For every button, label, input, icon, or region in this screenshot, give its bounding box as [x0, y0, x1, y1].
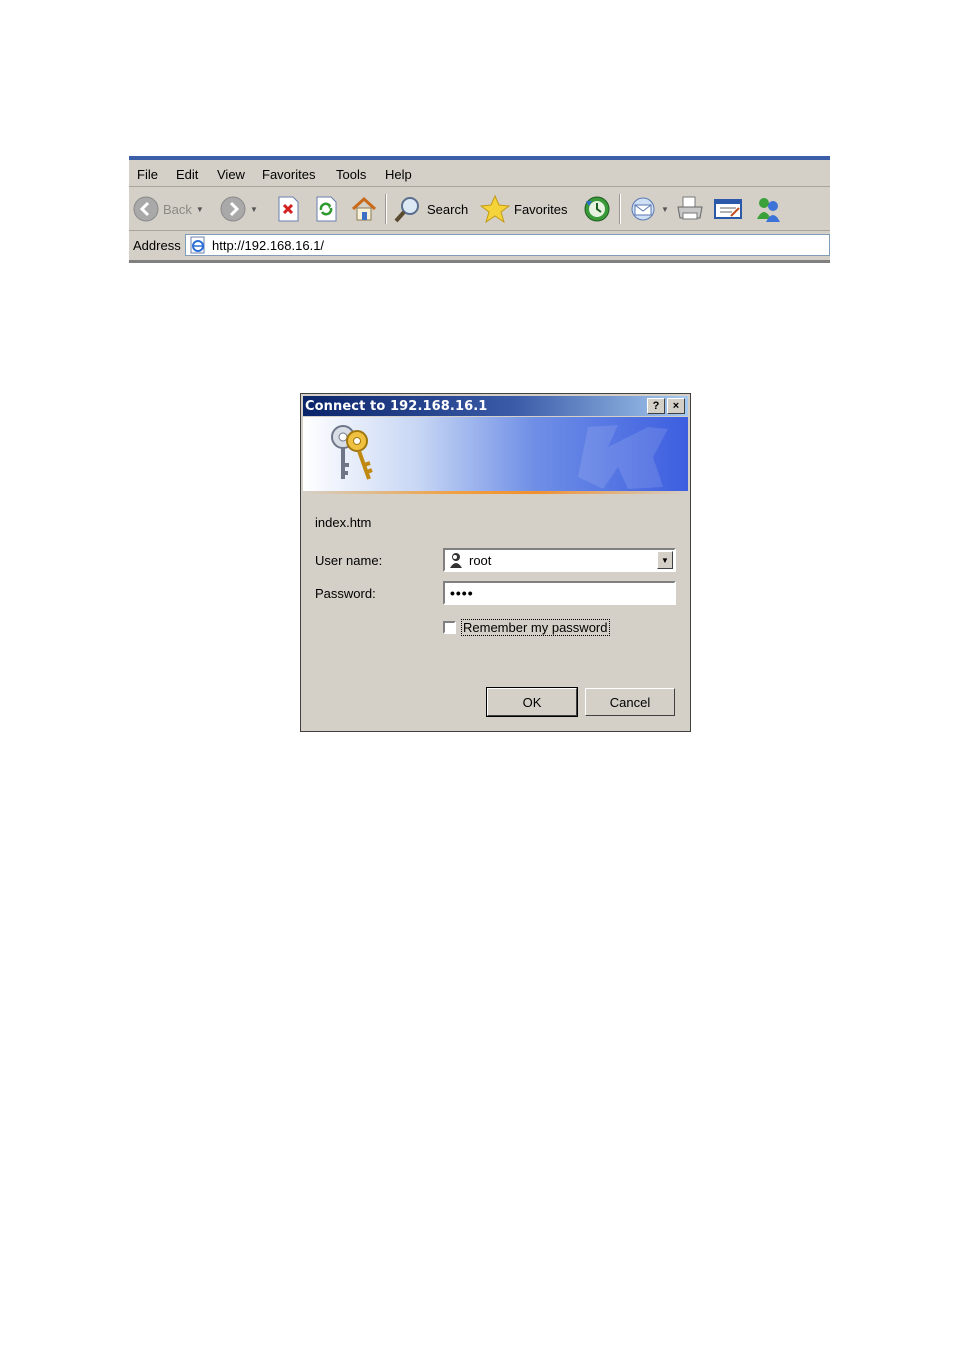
- menu-bar: File Edit View Favorites Tools Help: [129, 162, 830, 187]
- forward-dropdown-icon[interactable]: ▼: [250, 205, 258, 214]
- browser-window: File Edit View Favorites Tools Help Back…: [129, 156, 830, 263]
- search-icon: [394, 197, 419, 223]
- address-input[interactable]: http://192.168.16.1/: [185, 234, 830, 256]
- back-button[interactable]: Back ▼: [133, 196, 204, 222]
- mail-dropdown-icon[interactable]: ▼: [661, 205, 669, 214]
- close-button[interactable]: ×: [667, 398, 685, 414]
- edit-button[interactable]: [713, 196, 743, 222]
- keys-icon: [331, 425, 373, 480]
- menu-edit[interactable]: Edit: [176, 167, 198, 182]
- stop-button[interactable]: [276, 196, 300, 222]
- edit-page-icon: [714, 199, 742, 219]
- refresh-icon: [316, 196, 337, 222]
- favorites-button[interactable]: Favorites: [480, 195, 568, 223]
- forward-button[interactable]: ▼: [220, 196, 258, 222]
- password-mask: ••••: [450, 585, 474, 601]
- address-url: http://192.168.16.1/: [212, 238, 325, 253]
- menu-tools[interactable]: Tools: [336, 167, 366, 182]
- messenger-button[interactable]: [754, 196, 782, 222]
- banner-divider: [303, 491, 688, 494]
- banner-watermark: [578, 425, 668, 489]
- username-combo[interactable]: root ▼: [443, 548, 676, 572]
- search-label: Search: [427, 201, 469, 217]
- close-icon: ×: [672, 399, 680, 412]
- mail-button[interactable]: ▼: [629, 196, 669, 222]
- menu-view[interactable]: View: [217, 167, 245, 182]
- dialog-banner: [303, 417, 688, 491]
- username-value: root: [469, 553, 492, 568]
- cancel-button[interactable]: Cancel: [585, 688, 675, 716]
- refresh-button[interactable]: [314, 196, 338, 222]
- address-bar: Address http://192.168.16.1/: [129, 232, 830, 260]
- cancel-label: Cancel: [609, 694, 651, 710]
- dialog-title: Connect to 192.168.16.1: [305, 399, 488, 414]
- printer-icon: [677, 196, 703, 220]
- remember-label[interactable]: Remember my password: [461, 619, 610, 636]
- history-button[interactable]: [583, 196, 611, 222]
- help-button[interactable]: ?: [647, 398, 665, 414]
- help-icon: ?: [652, 399, 660, 412]
- print-button[interactable]: [675, 196, 705, 222]
- window-top-edge: [129, 156, 830, 160]
- back-arrow-icon: [133, 196, 159, 222]
- window-bottom-edge: [129, 260, 830, 263]
- favorites-label: Favorites: [514, 201, 568, 217]
- history-icon: [584, 196, 610, 222]
- messenger-icon: [757, 198, 780, 222]
- password-field[interactable]: ••••: [443, 581, 676, 605]
- search-button[interactable]: Search: [393, 196, 469, 223]
- menu-help[interactable]: Help: [385, 167, 412, 182]
- password-label: Password:: [315, 586, 376, 601]
- ok-button[interactable]: OK: [486, 687, 578, 717]
- toolbar: Back ▼ ▼ Search Favorites ▼: [129, 188, 830, 231]
- menu-file[interactable]: File: [137, 167, 158, 182]
- home-icon: [351, 196, 377, 221]
- ie-page-icon: [190, 236, 205, 254]
- menu-favorites[interactable]: Favorites: [262, 167, 315, 182]
- username-label: User name:: [315, 553, 383, 568]
- toolbar-separator-2: [619, 194, 621, 224]
- dialog-title-bar[interactable]: Connect to 192.168.16.1 ? ×: [303, 396, 688, 416]
- star-icon: [480, 195, 510, 223]
- user-icon: [450, 553, 462, 568]
- stop-icon: [278, 196, 299, 222]
- mail-icon: [631, 197, 655, 221]
- address-label: Address: [133, 238, 181, 253]
- forward-arrow-icon: [220, 196, 246, 222]
- back-dropdown-icon[interactable]: ▼: [196, 205, 204, 214]
- home-button[interactable]: [350, 196, 378, 222]
- back-label: Back: [163, 201, 192, 217]
- login-dialog: Connect to 192.168.16.1 ? × index.htm Us…: [300, 393, 691, 732]
- remember-checkbox[interactable]: [443, 621, 456, 634]
- toolbar-separator: [385, 194, 387, 224]
- realm-label: index.htm: [315, 515, 372, 530]
- chevron-down-icon[interactable]: ▼: [657, 551, 673, 569]
- ok-label: OK: [522, 694, 542, 710]
